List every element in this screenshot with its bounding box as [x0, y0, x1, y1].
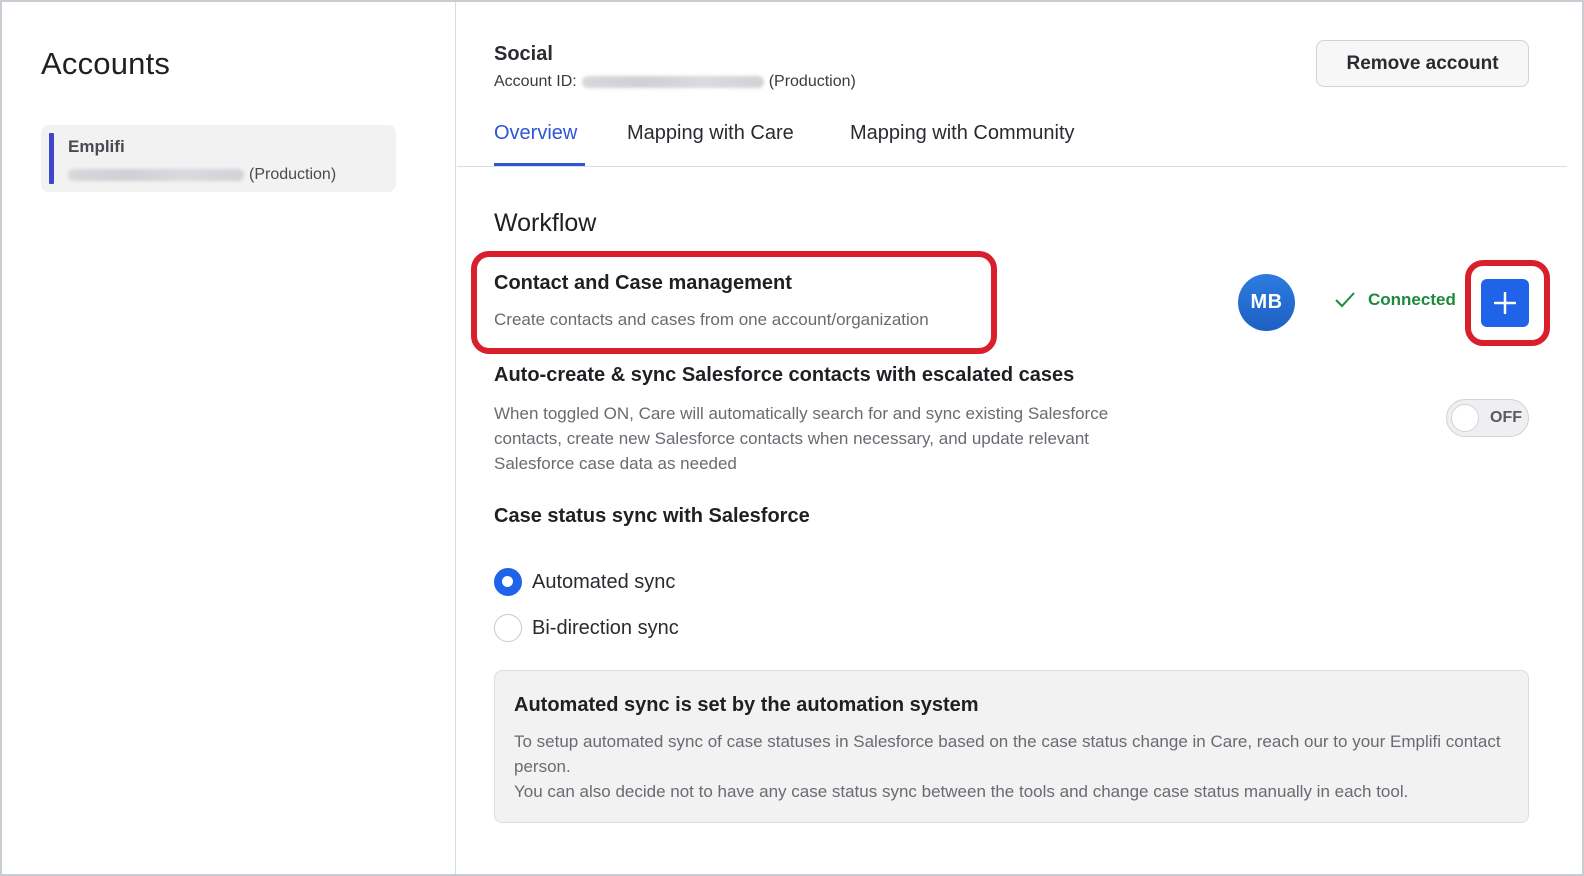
- account-title: Social: [494, 43, 553, 65]
- auto-create-title: Auto-create & sync Salesforce contacts w…: [494, 364, 1075, 386]
- sidebar-item-emplifi[interactable]: Emplifi (Production): [41, 125, 396, 192]
- add-button[interactable]: [1481, 279, 1529, 327]
- account-env: (Production): [768, 73, 856, 90]
- redacted-account-id: [68, 169, 244, 181]
- plus-icon: [1494, 292, 1516, 314]
- case-sync-title: Case status sync with Salesforce: [494, 505, 810, 527]
- contact-case-title: Contact and Case management: [494, 272, 792, 294]
- check-icon: [1335, 292, 1355, 308]
- active-tab-indicator: [494, 163, 585, 166]
- connected-status: Connected: [1334, 290, 1456, 310]
- connected-label: Connected: [1368, 290, 1456, 309]
- radio-label: Automated sync: [532, 570, 676, 593]
- sidebar-title: Accounts: [41, 46, 171, 81]
- workflow-title: Workflow: [494, 209, 597, 237]
- avatar: MB: [1238, 274, 1295, 331]
- account-id: Account ID: (Production): [494, 73, 856, 91]
- remove-account-button[interactable]: Remove account: [1316, 40, 1529, 87]
- info-title: Automated sync is set by the automation …: [514, 694, 979, 716]
- tab-bar: Overview Mapping with Care Mapping with …: [457, 112, 1567, 167]
- radio-button[interactable]: [494, 568, 522, 596]
- contact-case-desc: Create contacts and cases from one accou…: [494, 310, 929, 329]
- radio-bi-direction-sync[interactable]: Bi-direction sync: [494, 614, 679, 642]
- main-content: Social Account ID: (Production) Remove a…: [457, 2, 1582, 874]
- account-name: Emplifi: [68, 137, 125, 156]
- account-id-row: (Production): [68, 166, 336, 184]
- account-env: (Production): [249, 166, 337, 183]
- info-line-2: You can also decide not to have any case…: [514, 782, 1409, 801]
- toggle-knob: [1451, 404, 1479, 432]
- info-box: Automated sync is set by the automation …: [494, 670, 1529, 823]
- account-id-label: Account ID:: [494, 73, 577, 90]
- selected-indicator: [49, 133, 54, 184]
- tab-overview[interactable]: Overview: [494, 122, 577, 145]
- highlight-contact-case: [471, 251, 997, 354]
- radio-label: Bi-direction sync: [532, 616, 679, 639]
- radio-button[interactable]: [494, 614, 522, 642]
- toggle-state: OFF: [1490, 409, 1522, 426]
- radio-automated-sync[interactable]: Automated sync: [494, 568, 675, 596]
- tab-mapping-community[interactable]: Mapping with Community: [850, 122, 1075, 145]
- auto-create-desc: When toggled ON, Care will automatically…: [494, 404, 1109, 473]
- info-text: To setup automated sync of case statuses…: [514, 729, 1504, 804]
- sidebar: Accounts Emplifi (Production): [2, 2, 456, 874]
- info-line-1: To setup automated sync of case statuses…: [514, 732, 1501, 776]
- auto-create-toggle[interactable]: OFF: [1446, 399, 1529, 437]
- redacted-account-id: [581, 76, 764, 88]
- tab-mapping-care[interactable]: Mapping with Care: [627, 122, 794, 145]
